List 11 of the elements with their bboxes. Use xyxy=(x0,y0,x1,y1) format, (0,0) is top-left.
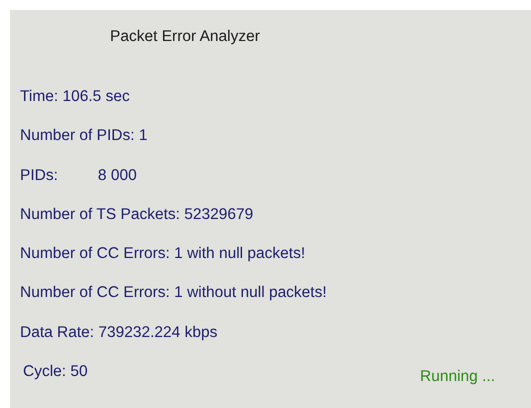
stat-line: Time: 106.5 sec xyxy=(20,88,130,105)
cycle-count: Cycle: 50 xyxy=(23,362,88,382)
stat-line: Number of CC Errors: 1 with null packets! xyxy=(20,245,306,262)
status-text: Running ... xyxy=(420,366,495,387)
panel-title: Packet Error Analyzer xyxy=(110,27,261,47)
stat-line: Number of TS Packets: 52329679 xyxy=(20,206,254,223)
field-label: PIDs: xyxy=(20,166,58,184)
field-value: 8 000 xyxy=(98,166,137,184)
stat-line: Data Rate: 739232.224 kbps xyxy=(20,324,218,341)
stat-line: Number of CC Errors: 1 without null packets! xyxy=(20,284,327,302)
stat-line: Number of PIDs: 1 xyxy=(20,127,148,144)
